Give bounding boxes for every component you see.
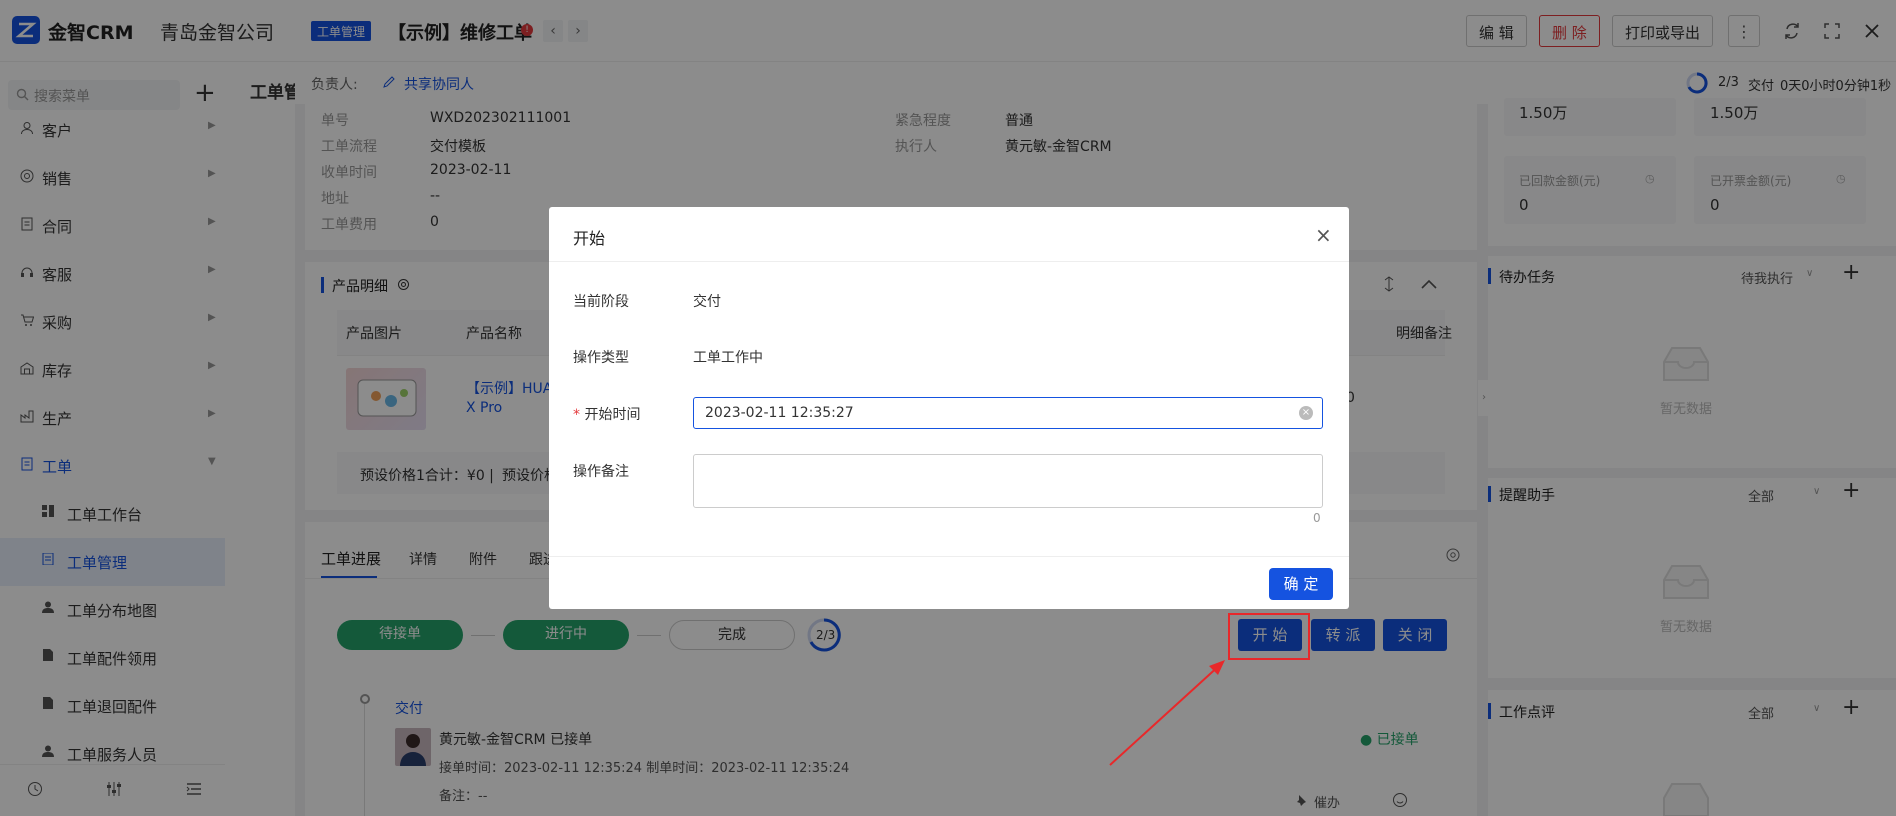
confirm-button[interactable]: 确 定 <box>1269 568 1333 600</box>
start-time-label-text: 开始时间 <box>584 407 641 423</box>
clear-icon[interactable]: × <box>1299 406 1313 420</box>
stage-value: 交付 <box>693 294 721 310</box>
dialog-title: 开始 <box>573 229 606 248</box>
stage-label: 当前阶段 <box>573 294 629 310</box>
type-label: 操作类型 <box>573 350 629 366</box>
divider <box>549 261 1349 262</box>
start-time-input[interactable]: 2023-02-11 12:35:27 <box>693 397 1323 429</box>
divider <box>549 556 1349 557</box>
start-dialog: 开始 × 当前阶段 交付 操作类型 工单工作中 * 开始时间 2023-02-1… <box>549 207 1349 609</box>
annotation-arrow-icon <box>1100 655 1230 770</box>
note-char-count: 0 <box>1313 511 1321 525</box>
required-marker: * <box>573 407 585 423</box>
note-label: 操作备注 <box>573 464 629 480</box>
type-value: 工单工作中 <box>693 350 763 366</box>
highlight-box <box>1228 613 1310 660</box>
note-textarea[interactable] <box>693 454 1323 508</box>
start-time-label: * 开始时间 <box>573 404 640 424</box>
close-icon[interactable]: × <box>1315 223 1332 247</box>
